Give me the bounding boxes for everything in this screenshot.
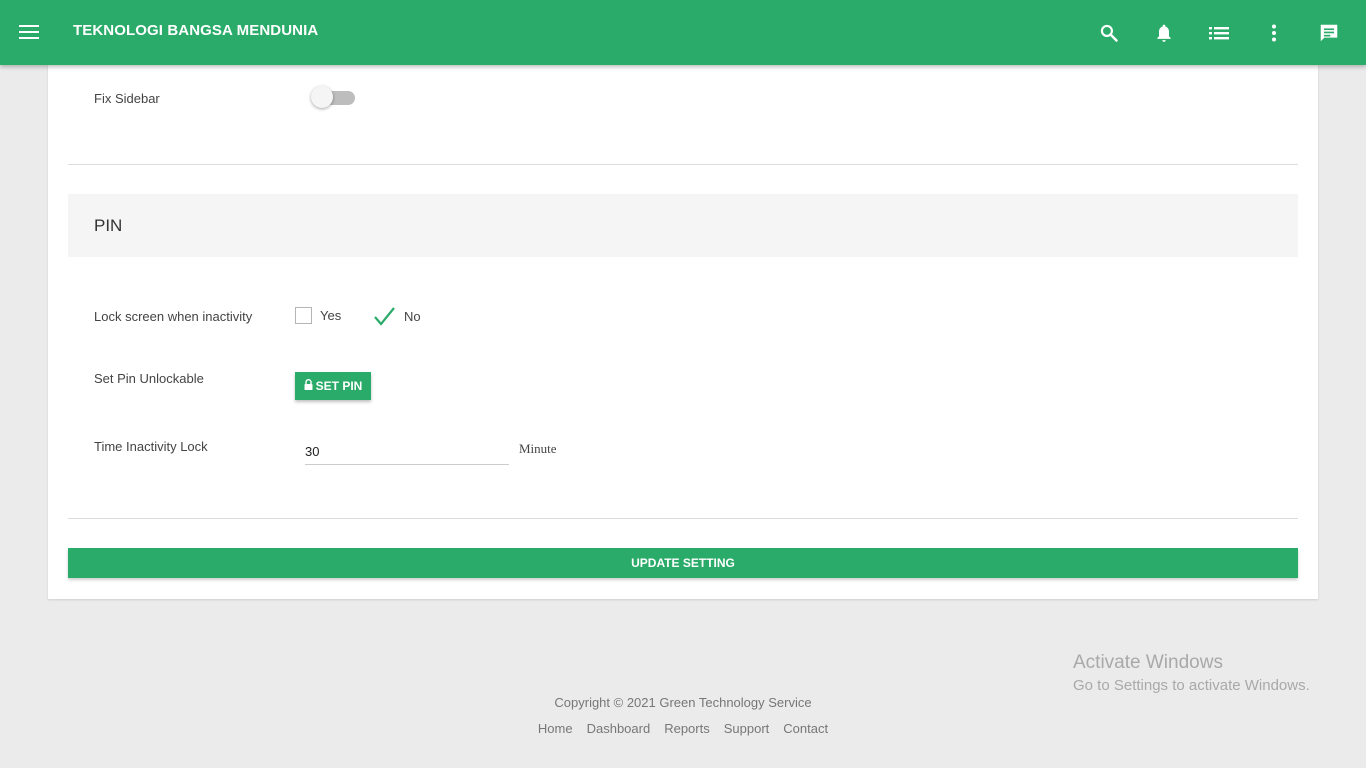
menu-icon[interactable] xyxy=(14,17,44,47)
time-unit-label: Minute xyxy=(519,441,557,456)
time-inactivity-input[interactable] xyxy=(305,431,509,465)
bell-icon[interactable] xyxy=(1149,18,1179,48)
footer-link-contact[interactable]: Contact xyxy=(783,721,828,736)
footer-links: Home Dashboard Reports Support Contact xyxy=(0,721,1366,736)
app-title: TEKNOLOGI BANGSA MENDUNIA xyxy=(73,22,319,39)
footer-link-home[interactable]: Home xyxy=(538,721,573,736)
toggle-knob xyxy=(311,86,333,108)
pin-section-header: PIN xyxy=(68,194,1298,257)
top-app-bar: TEKNOLOGI BANGSA MENDUNIA xyxy=(0,0,1366,65)
lock-screen-label: Lock screen when inactivity xyxy=(94,309,253,324)
footer-link-support[interactable]: Support xyxy=(724,721,770,736)
fix-sidebar-label: Fix Sidebar xyxy=(94,91,160,106)
watermark-line-2: Go to Settings to activate Windows. xyxy=(1073,677,1310,694)
lock-no-label: No xyxy=(404,308,421,324)
list-icon[interactable] xyxy=(1204,18,1234,48)
chat-icon[interactable] xyxy=(1314,18,1344,48)
set-pin-label: Set Pin Unlockable xyxy=(94,371,204,386)
lock-yes-checkbox[interactable]: Yes xyxy=(295,307,341,324)
pin-heading: PIN xyxy=(94,216,123,235)
lock-no-checkbox[interactable]: No xyxy=(373,306,421,326)
checkbox-box xyxy=(295,307,312,324)
search-icon[interactable] xyxy=(1094,18,1124,48)
set-pin-button-label: SET PIN xyxy=(315,379,363,393)
update-setting-button[interactable]: UPDATE SETTING xyxy=(68,548,1298,578)
activate-windows-watermark: Activate Windows Go to Settings to activ… xyxy=(1073,652,1310,694)
footer-copyright: Copyright © 2021 Green Technology Servic… xyxy=(554,695,812,710)
time-inactivity-label: Time Inactivity Lock xyxy=(94,439,208,454)
checkmark-icon xyxy=(373,306,396,326)
set-pin-button[interactable]: SET PIN xyxy=(295,372,371,400)
footer-link-dashboard[interactable]: Dashboard xyxy=(587,721,651,736)
watermark-line-1: Activate Windows xyxy=(1073,652,1223,673)
settings-card: Fix Sidebar PIN Lock screen when inactiv… xyxy=(48,65,1318,599)
fix-sidebar-toggle[interactable] xyxy=(311,86,357,108)
lock-yes-label: Yes xyxy=(320,308,342,323)
lock-icon xyxy=(304,379,313,393)
footer-link-reports[interactable]: Reports xyxy=(664,721,710,736)
more-vert-icon[interactable] xyxy=(1259,18,1289,48)
sidebar-settings-section: Fix Sidebar xyxy=(68,65,1298,165)
pin-section: Lock screen when inactivity Yes No Set P… xyxy=(68,257,1298,519)
